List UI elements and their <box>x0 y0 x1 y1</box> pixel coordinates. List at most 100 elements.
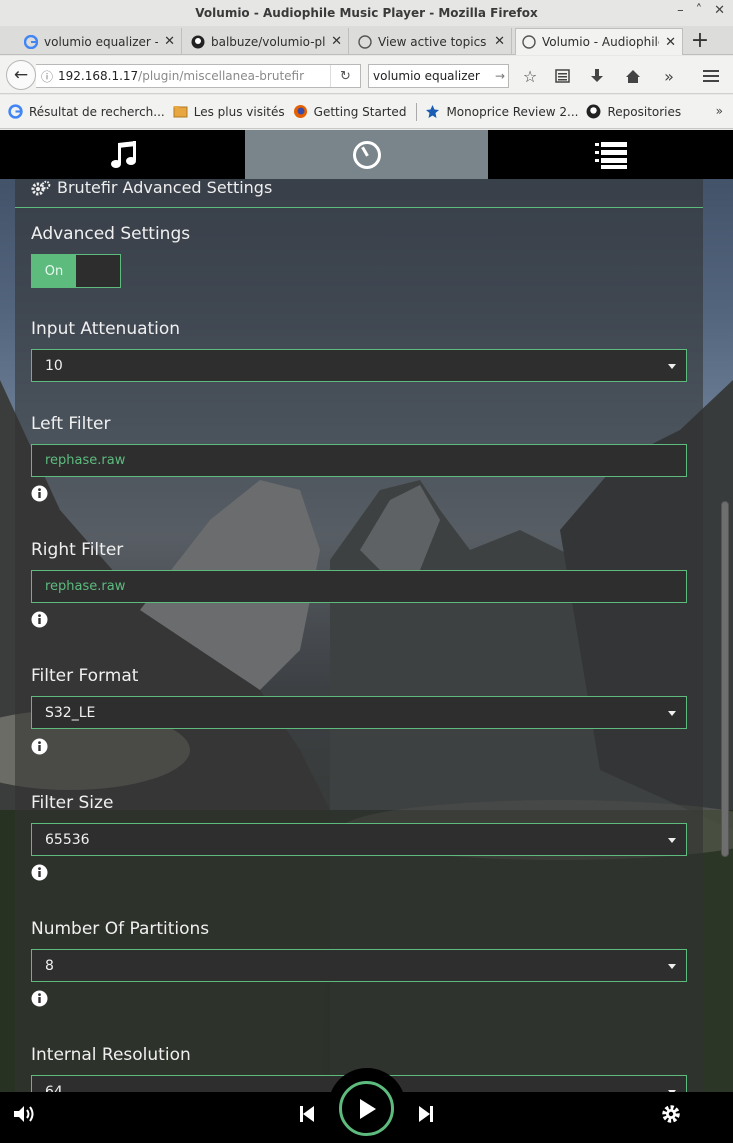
section-title: Brutefir Advanced Settings <box>57 178 273 197</box>
google-icon <box>8 104 23 119</box>
folder-icon <box>173 106 188 118</box>
firefox-icon <box>293 105 307 118</box>
gears-icon <box>31 180 51 195</box>
globe-icon <box>358 34 372 49</box>
window-title: Volumio - Audiophile Music Player - Mozi… <box>195 6 538 20</box>
bookmark-item[interactable]: Les plus visités <box>173 104 285 119</box>
input-value: rephase.raw <box>45 453 126 468</box>
next-button[interactable] <box>416 1104 436 1124</box>
number-of-partitions-label: Number Of Partitions <box>31 919 210 939</box>
tab-label: Volumio - Audiophile <box>542 35 660 49</box>
url-path: /plugin/miscellanea-brutefir <box>138 69 305 83</box>
internal-resolution-label: Internal Resolution <box>31 1045 191 1065</box>
new-tab-button[interactable]: + <box>686 28 714 53</box>
number-of-partitions-select[interactable]: 8 <box>31 949 687 982</box>
reload-icon[interactable]: ↻ <box>330 65 360 87</box>
advanced-settings-toggle[interactable]: On <box>31 254 121 288</box>
bookmark-item[interactable]: Résultat de recherch... <box>8 104 165 119</box>
chevron-down-icon <box>668 964 676 969</box>
volume-button[interactable] <box>12 1104 36 1124</box>
maximize-icon[interactable]: ˄ <box>696 3 703 18</box>
advanced-settings-label: Advanced Settings <box>31 224 191 244</box>
tab-volumio[interactable]: Volumio - Audiophile ✕ <box>515 28 683 55</box>
page-scrollbar[interactable] <box>718 179 732 1094</box>
next-track-icon <box>419 1106 433 1122</box>
github-icon <box>587 104 601 119</box>
close-tab-icon[interactable]: ✕ <box>164 34 175 49</box>
search-bar[interactable]: volumio equalizer → <box>368 64 509 88</box>
tab-bar: volumio equalizer - ✕ balbuze/volumio-pl… <box>0 26 733 55</box>
input-value: rephase.raw <box>45 579 126 594</box>
bookmark-icon <box>426 105 440 118</box>
tab-label: volumio equalizer - <box>44 34 159 49</box>
nav-browse[interactable] <box>245 130 488 179</box>
tab-label: View active topics - <box>378 34 489 49</box>
info-icon[interactable] <box>31 738 48 755</box>
hamburger-menu-icon[interactable] <box>700 66 722 86</box>
play-button[interactable] <box>339 1081 394 1136</box>
toggle-off-area <box>76 255 120 287</box>
page-viewport: Brutefir Advanced Settings Advanced Sett… <box>0 130 733 1143</box>
reading-list-icon[interactable] <box>551 66 573 86</box>
github-icon <box>191 35 205 48</box>
url-bar[interactable]: ⓘ 192.168.1.17 /plugin/miscellanea-brute… <box>36 64 361 88</box>
nav-queue[interactable] <box>488 130 733 179</box>
settings-panel: Brutefir Advanced Settings <box>15 166 703 1143</box>
select-value: S32_LE <box>45 704 96 721</box>
bookmarks-overflow-icon[interactable]: » <box>716 104 723 118</box>
scrollbar-thumb[interactable] <box>721 501 729 857</box>
filter-format-label: Filter Format <box>31 666 139 686</box>
bookmark-item[interactable]: Repositories <box>586 104 681 119</box>
tab-balbuze[interactable]: balbuze/volumio-plu ✕ <box>185 28 349 55</box>
filter-format-select[interactable]: S32_LE <box>31 696 687 729</box>
info-icon[interactable] <box>31 611 48 628</box>
close-tab-icon[interactable]: ✕ <box>331 34 342 49</box>
filter-size-select[interactable]: 65536 <box>31 823 687 856</box>
music-icon <box>110 140 136 168</box>
input-attenuation-select[interactable]: 10 <box>31 349 687 382</box>
overflow-chevron-icon[interactable]: » <box>658 66 680 86</box>
bookmark-item[interactable]: Getting Started <box>293 104 407 119</box>
url-host: 192.168.1.17 <box>58 69 139 83</box>
toggle-on-label: On <box>32 255 76 287</box>
select-value: 65536 <box>45 831 90 848</box>
right-filter-input[interactable]: rephase.raw <box>31 570 687 603</box>
previous-button[interactable] <box>297 1104 317 1124</box>
google-icon <box>24 34 38 49</box>
input-attenuation-label: Input Attenuation <box>31 319 181 339</box>
queue-list-icon <box>594 141 627 169</box>
chevron-down-icon <box>668 711 676 716</box>
close-tab-icon[interactable]: ✕ <box>665 35 676 50</box>
bookmarks-toolbar: Résultat de recherch... Les plus visités… <box>0 95 733 129</box>
tab-active-topics[interactable]: View active topics - ✕ <box>352 28 512 55</box>
search-input[interactable]: volumio equalizer <box>373 69 480 83</box>
chevron-down-icon <box>668 364 676 369</box>
bookmark-label: Résultat de recherch... <box>29 104 165 119</box>
download-icon[interactable] <box>586 66 608 86</box>
close-window-icon[interactable]: ✕ <box>714 3 725 18</box>
bookmark-item[interactable]: Monoprice Review 2... <box>425 104 578 119</box>
info-icon[interactable] <box>31 485 48 502</box>
window-titlebar: Volumio - Audiophile Music Player - Mozi… <box>0 0 733 26</box>
site-info-icon[interactable]: ⓘ <box>36 68 58 85</box>
settings-button[interactable] <box>660 1103 682 1125</box>
bookmark-label: Repositories <box>607 104 682 119</box>
bookmark-label: Les plus visités <box>193 104 285 119</box>
nav-music[interactable] <box>0 130 245 179</box>
close-tab-icon[interactable]: ✕ <box>494 34 505 49</box>
minimize-icon[interactable]: – <box>677 3 684 18</box>
info-icon[interactable] <box>31 864 48 881</box>
filter-size-label: Filter Size <box>31 793 114 813</box>
back-button[interactable]: ← <box>6 60 36 90</box>
search-go-icon[interactable]: → <box>495 69 505 83</box>
bookmark-label: Getting Started <box>313 104 407 119</box>
gear-icon <box>662 1105 680 1123</box>
select-value: 10 <box>45 357 63 374</box>
home-icon[interactable] <box>622 66 644 86</box>
tab-volumio-equalizer[interactable]: volumio equalizer - ✕ <box>18 28 182 55</box>
info-icon[interactable] <box>31 990 48 1007</box>
navigation-toolbar: ← ⓘ 192.168.1.17 /plugin/miscellanea-bru… <box>0 56 733 94</box>
select-value: 8 <box>45 957 54 974</box>
left-filter-input[interactable]: rephase.raw <box>31 444 687 477</box>
bookmark-star-icon[interactable]: ☆ <box>519 66 541 86</box>
